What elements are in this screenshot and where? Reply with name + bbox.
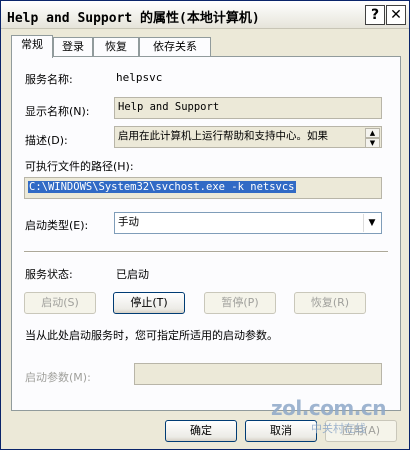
tab-logon[interactable]: 登录 [53, 37, 93, 57]
close-button[interactable]: ✕ [386, 5, 406, 25]
display-name-label: 显示名称(N): [25, 105, 90, 118]
start-params-hint: 当从此处启动服务时，您可指定所适用的启动参数。 [25, 329, 278, 342]
startup-type-label: 启动类型(E): [25, 219, 89, 232]
description-label: 描述(D): [25, 134, 68, 147]
start-button[interactable]: 启动(S) [24, 292, 96, 314]
close-icon: ✕ [390, 7, 402, 23]
watermark-site: zol.com.cn [271, 396, 386, 420]
display-name-value: Help and Support [118, 101, 220, 113]
help-button[interactable]: ? [365, 5, 385, 25]
start-params-label: 启动参数(M): [25, 371, 91, 384]
general-panel: 服务名称: helpsvc 显示名称(N): Help and Support … [11, 56, 401, 411]
startup-type-value: 手动 [118, 216, 139, 228]
chevron-down-icon[interactable]: ▼ [363, 214, 380, 232]
path-value: C:\WINDOWS\System32\svchost.exe -k netsv… [28, 181, 296, 193]
pause-button-label: 暂停(P) [221, 296, 259, 309]
service-status-label: 服务状态: [25, 268, 73, 281]
resume-button[interactable]: 恢复(R) [294, 292, 366, 314]
ok-button[interactable]: 确定 [165, 420, 237, 442]
path-label: 可执行文件的路径(H): [25, 160, 134, 173]
window-title: Help and Support 的属性(本地计算机) [7, 11, 260, 26]
help-icon: ? [370, 7, 380, 23]
tab-dependencies[interactable]: 依存关系 [139, 37, 211, 57]
pause-button[interactable]: 暂停(P) [204, 292, 276, 314]
start-button-label: 启动(S) [41, 296, 79, 309]
scroll-down-icon[interactable]: ▼ [365, 138, 380, 147]
display-name-field[interactable]: Help and Support [114, 97, 382, 119]
title-bar[interactable]: Help and Support 的属性(本地计算机) ? ✕ [1, 1, 409, 29]
watermark-logo: zol.com.cn 中关村在线 [271, 396, 403, 446]
service-status-value: 已启动 [116, 268, 149, 281]
tab-dependencies-label: 依存关系 [153, 40, 197, 53]
ok-button-label: 确定 [190, 424, 212, 437]
tab-general-label: 常规 [21, 38, 43, 51]
start-params-field[interactable] [134, 363, 382, 385]
tab-logon-label: 登录 [62, 40, 84, 53]
stop-button[interactable]: 停止(T) [113, 292, 185, 314]
tab-recovery[interactable]: 恢复 [93, 37, 139, 57]
resume-button-label: 恢复(R) [310, 296, 350, 309]
watermark-name: 中关村在线 [311, 422, 366, 435]
scroll-up-icon[interactable]: ▲ [365, 128, 380, 138]
description-scrollbar[interactable]: ▲ ▼ [365, 128, 380, 147]
path-field[interactable]: C:\WINDOWS\System32\svchost.exe -k netsv… [24, 177, 382, 199]
tab-recovery-label: 恢复 [105, 40, 127, 53]
description-field[interactable]: 启用在此计算机上运行帮助和支持中心。如果 ▲ ▼ [114, 126, 382, 148]
stop-button-label: 停止(T) [130, 296, 168, 309]
service-name-label: 服务名称: [25, 73, 73, 86]
service-name-value: helpsvc [116, 71, 163, 84]
startup-type-select[interactable]: 手动 ▼ [114, 212, 382, 234]
tab-general[interactable]: 常规 [11, 35, 53, 58]
description-value: 启用在此计算机上运行帮助和支持中心。如果 [118, 130, 328, 142]
properties-window: Help and Support 的属性(本地计算机) ? ✕ 常规 登录 恢复… [0, 0, 410, 450]
divider [24, 251, 388, 253]
